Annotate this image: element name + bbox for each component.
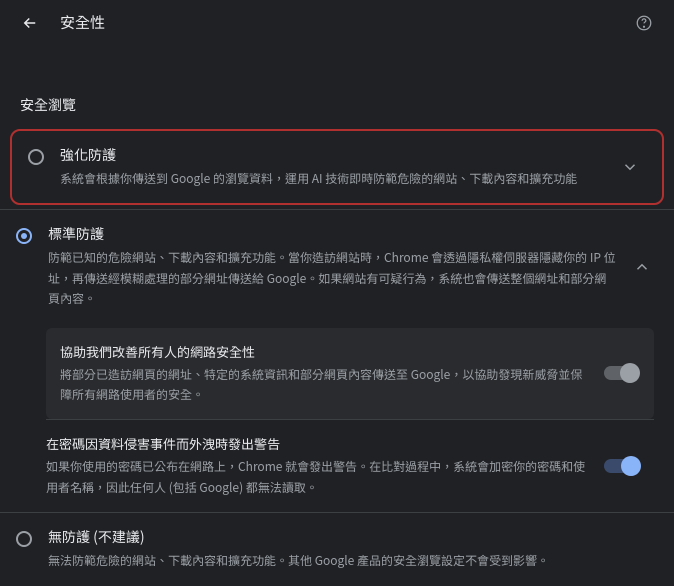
sub-password-desc: 如果你使用的密碼已公布在網路上，Chrome 就會發出警告。在比對過程中，系統會… <box>46 457 590 498</box>
radio-enhanced[interactable] <box>28 149 44 165</box>
back-button[interactable] <box>20 13 40 33</box>
chevron-down-icon <box>621 158 639 176</box>
standard-sub-panel: 協助我們改善所有人的網路安全性 將部分已造訪網頁的網址、特定的系統資訊和部分網頁… <box>46 328 654 513</box>
option-standard[interactable]: 標準防護 防範已知的危險網站、下載內容和擴充功能。當你造訪網站時，Chrome … <box>0 209 674 323</box>
sub-option-password-warn: 在密碼因資料侵害事件而外洩時發出警告 如果你使用的密碼已公布在網路上，Chrom… <box>46 419 654 512</box>
option-standard-title: 標準防護 <box>48 224 616 244</box>
sub-option-improve-security: 協助我們改善所有人的網路安全性 將部分已造訪網頁的網址、特定的系統資訊和部分網頁… <box>46 328 654 420</box>
sub-password-title: 在密碼因資料侵害事件而外洩時發出警告 <box>46 434 590 453</box>
section-label-safe-browsing: 安全瀏覽 <box>0 45 674 125</box>
option-enhanced-title: 強化防護 <box>60 145 604 165</box>
option-enhanced-highlight: 強化防護 系統會根據你傳送到 Google 的瀏覽資料，運用 AI 技術即時防範… <box>10 129 664 205</box>
sub-improve-desc: 將部分已造訪網頁的網址、特定的系統資訊和部分網頁內容傳送至 Google，以協助… <box>60 365 590 406</box>
option-none-title: 無防護 (不建議) <box>48 527 652 547</box>
chevron-up-icon <box>633 258 651 276</box>
option-standard-desc: 防範已知的危險網站、下載內容和擴充功能。當你造訪網站時，Chrome 會透過隱私… <box>48 248 616 309</box>
toggle-improve-security[interactable] <box>604 366 638 380</box>
toggle-password-warn[interactable] <box>604 459 638 473</box>
option-none-desc: 無法防範危險的網站、下載內容和擴充功能。其他 Google 產品的安全瀏覽設定不… <box>48 551 652 571</box>
radio-standard[interactable] <box>16 228 32 244</box>
option-none[interactable]: 無防護 (不建議) 無法防範危險的網站、下載內容和擴充功能。其他 Google … <box>0 512 674 585</box>
arrow-left-icon <box>21 14 39 32</box>
option-enhanced-desc: 系統會根據你傳送到 Google 的瀏覽資料，運用 AI 技術即時防範危險的網站… <box>60 169 604 189</box>
help-button[interactable] <box>634 13 654 33</box>
help-icon <box>635 14 653 32</box>
option-enhanced[interactable]: 強化防護 系統會根據你傳送到 Google 的瀏覽資料，運用 AI 技術即時防範… <box>12 131 662 203</box>
page-title: 安全性 <box>60 12 105 33</box>
sub-improve-title: 協助我們改善所有人的網路安全性 <box>60 342 590 361</box>
radio-none[interactable] <box>16 531 32 547</box>
expand-enhanced[interactable] <box>620 157 640 177</box>
collapse-standard[interactable] <box>632 257 652 277</box>
